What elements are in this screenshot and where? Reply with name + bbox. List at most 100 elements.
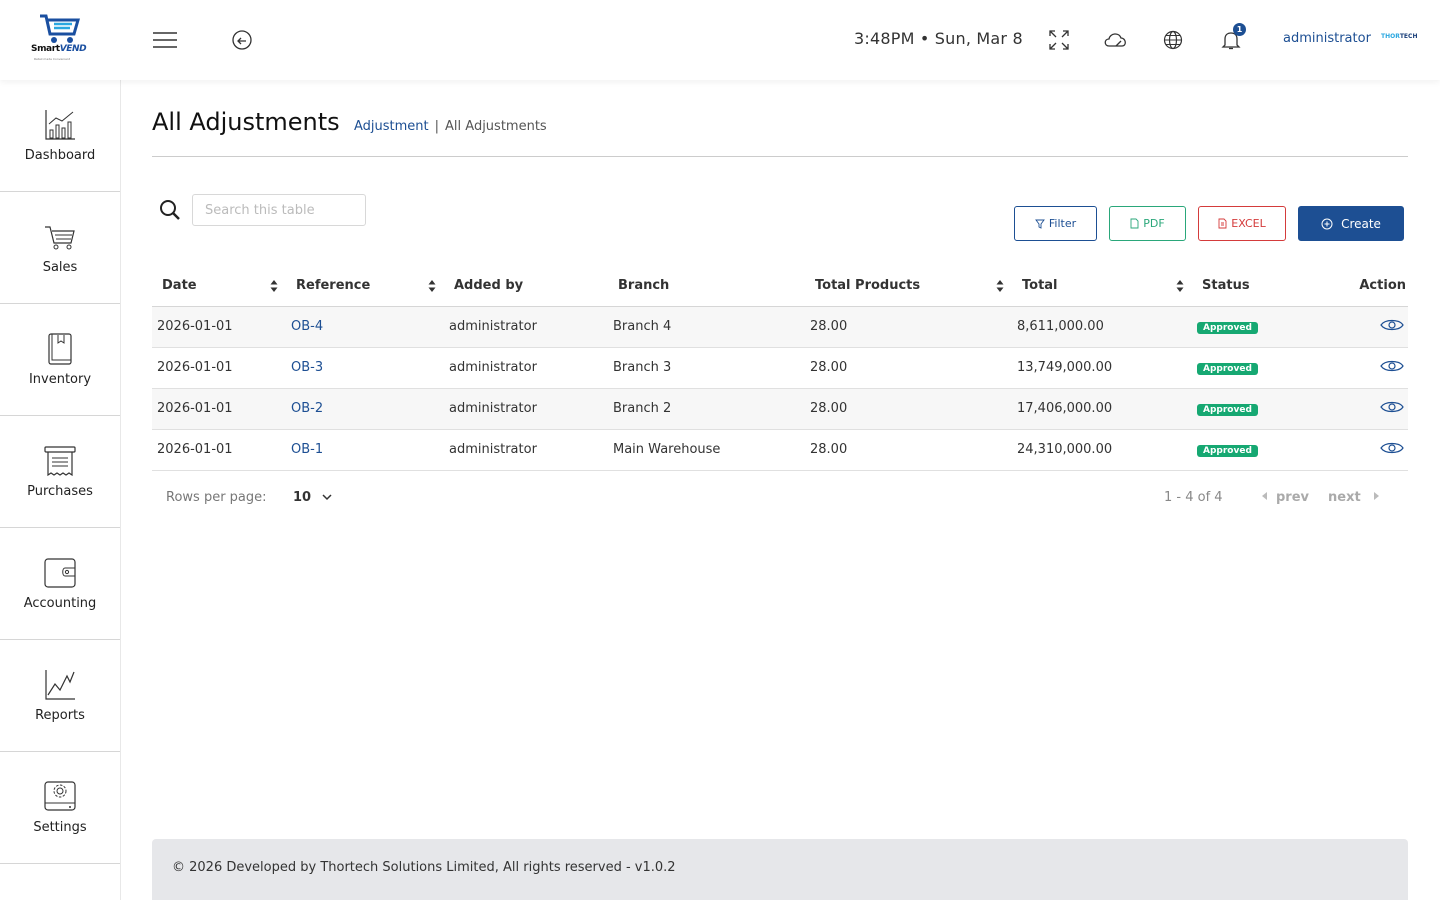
bar-chart-icon	[45, 110, 75, 140]
create-label: Create	[1341, 216, 1381, 231]
line-chart-icon	[45, 670, 75, 700]
prev-page-button[interactable]: prev	[1260, 490, 1309, 505]
column-header-status: Status	[1192, 266, 1316, 307]
cell-total: 17,406,000.00	[1012, 388, 1192, 430]
sidebar-item-label: Dashboard	[24, 148, 96, 163]
app-logo[interactable]: SmartVEND Retail made Convenient	[28, 12, 90, 66]
sidebar-item-reports[interactable]: Reports	[0, 640, 120, 752]
view-button[interactable]	[1380, 318, 1404, 336]
breadcrumb: Adjustment | All Adjustments	[354, 119, 547, 134]
cell-total-products: 28.00	[805, 429, 1012, 471]
next-page-button[interactable]: next	[1328, 490, 1381, 505]
cell-added-by: administrator	[444, 306, 608, 348]
create-button[interactable]: Create	[1298, 206, 1404, 241]
breadcrumb-parent-link[interactable]: Adjustment	[354, 119, 429, 134]
view-button[interactable]	[1380, 400, 1404, 418]
back-arrow-icon	[232, 30, 252, 50]
sidebar-item-sales[interactable]: Sales	[0, 192, 120, 304]
cell-date: 2026-01-01	[152, 347, 286, 389]
top-bar: SmartVEND Retail made Convenient 3:48PM …	[0, 0, 1440, 80]
sidebar-item-purchases[interactable]: Purchases	[0, 416, 120, 528]
cell-added-by: administrator	[444, 429, 608, 471]
pdf-label: PDF	[1143, 217, 1165, 230]
cell-added-by: administrator	[444, 388, 608, 430]
reference-link[interactable]: OB-2	[286, 388, 444, 430]
pos-button[interactable]	[1102, 26, 1130, 54]
cell-total-products: 28.00	[805, 347, 1012, 389]
column-header-total[interactable]: Total	[1012, 266, 1192, 307]
cell-date: 2026-01-01	[152, 429, 286, 471]
sidebar-item-inventory[interactable]: Inventory	[0, 304, 120, 416]
notifications-button[interactable]: 1	[1217, 23, 1246, 54]
back-button[interactable]	[228, 26, 256, 54]
table-row: 2026-01-01 OB-4 administrator Branch 4 2…	[152, 306, 1408, 348]
excel-export-button[interactable]: EXCEL	[1198, 206, 1286, 241]
cell-status: Approved	[1192, 347, 1316, 389]
status-badge: Approved	[1197, 404, 1258, 416]
sidebar-item-settings[interactable]: Settings	[0, 752, 120, 864]
sidebar: Dashboard Sales Inventory Purchases Acco…	[0, 80, 121, 900]
cell-total: 24,310,000.00	[1012, 429, 1192, 471]
breadcrumb-separator: |	[434, 119, 440, 134]
caret-left-icon	[1262, 492, 1267, 500]
cell-added-by: administrator	[444, 347, 608, 389]
rows-per-page-select[interactable]: 10	[293, 490, 332, 505]
pagination-range: 1 - 4 of 4	[1164, 490, 1223, 505]
sidebar-item-label: Purchases	[27, 484, 93, 499]
cell-action	[1316, 347, 1408, 389]
rows-per-page-label: Rows per page:	[166, 490, 267, 505]
view-button[interactable]	[1380, 441, 1404, 459]
sort-icon[interactable]	[1176, 279, 1184, 293]
pagination: Rows per page: 10 1 - 4 of 4 prev next	[152, 488, 1408, 512]
cell-action	[1316, 388, 1408, 430]
brand-tagline: Retail made Convenient	[34, 57, 71, 61]
reference-link[interactable]: OB-4	[286, 306, 444, 348]
filter-button[interactable]: Filter	[1014, 206, 1097, 241]
status-badge: Approved	[1197, 363, 1258, 375]
cell-action	[1316, 306, 1408, 348]
excel-label: EXCEL	[1231, 217, 1266, 230]
gear-icon	[44, 781, 76, 811]
cell-status: Approved	[1192, 388, 1316, 430]
cloud-icon	[1104, 33, 1126, 47]
sidebar-item-accounting[interactable]: Accounting	[0, 528, 120, 640]
breadcrumb-current: All Adjustments	[445, 119, 547, 134]
status-badge: Approved	[1197, 445, 1258, 457]
sidebar-item-dashboard[interactable]: Dashboard	[0, 80, 120, 192]
eye-icon	[1380, 360, 1404, 371]
plus-circle-icon	[1321, 218, 1333, 229]
search-icon	[160, 200, 180, 220]
menu-toggle-button[interactable]	[151, 26, 179, 54]
search-input[interactable]	[192, 194, 366, 226]
view-button[interactable]	[1380, 359, 1404, 377]
cell-action	[1316, 429, 1408, 471]
eye-icon	[1380, 442, 1404, 453]
reference-link[interactable]: OB-3	[286, 347, 444, 389]
language-button[interactable]	[1159, 26, 1187, 54]
column-header-total-products[interactable]: Total Products	[805, 266, 1012, 307]
sidebar-item-label: Inventory	[28, 372, 92, 387]
reference-link[interactable]: OB-1	[286, 429, 444, 471]
sort-icon[interactable]	[996, 279, 1004, 293]
user-menu[interactable]: administrator	[1283, 31, 1371, 46]
clock-readout: 3:48PM • Sun, Mar 8	[854, 29, 1023, 48]
cell-total: 8,611,000.00	[1012, 306, 1192, 348]
status-badge: Approved	[1197, 322, 1258, 334]
book-icon	[48, 333, 72, 365]
column-header-branch: Branch	[608, 266, 805, 307]
table-row: 2026-01-01 OB-3 administrator Branch 3 2…	[152, 347, 1408, 389]
footer: © 2026 Developed by Thortech Solutions L…	[152, 839, 1408, 900]
caret-right-icon	[1374, 492, 1380, 500]
fullscreen-button[interactable]	[1045, 26, 1073, 54]
sort-icon[interactable]	[428, 279, 436, 293]
fullscreen-icon	[1049, 30, 1069, 50]
pdf-export-button[interactable]: PDF	[1109, 206, 1186, 241]
page-title: All Adjustments	[152, 108, 340, 136]
sort-icon[interactable]	[270, 279, 278, 293]
wallet-icon	[44, 558, 76, 588]
cell-date: 2026-01-01	[152, 306, 286, 348]
column-header-date[interactable]: Date	[152, 266, 286, 307]
column-header-added-by: Added by	[444, 266, 608, 307]
column-header-reference[interactable]: Reference	[286, 266, 444, 307]
eye-icon	[1380, 401, 1404, 412]
